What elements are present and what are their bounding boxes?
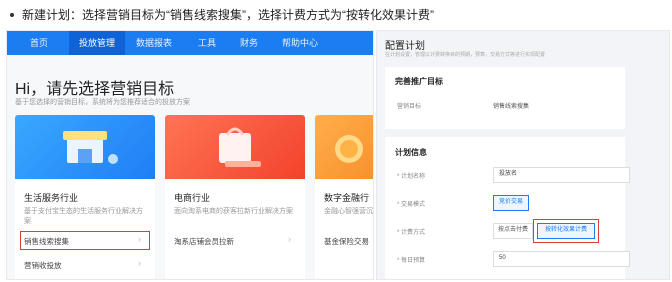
card-banner bbox=[15, 115, 155, 179]
instruction-text: 新建计划：选择营销目标为“销售线索搜集”，选择计费方式为“按转化效果计费” bbox=[22, 8, 434, 22]
option-marketing-delivery[interactable]: 营销收投放 bbox=[24, 260, 62, 271]
trade-mode-bidding[interactable]: 竞价交易 bbox=[493, 195, 529, 211]
section-title: 完善推广目标 bbox=[395, 77, 443, 86]
coin-icon bbox=[335, 135, 363, 163]
card-title: 生活服务行业 bbox=[24, 193, 79, 203]
card-desc: 面向淘系电商的获客拉新行业解决方案 bbox=[174, 208, 293, 215]
marketing-app-window: 首页 投放管理 数据报表 工具 财务 帮助中心 Hi，请先选择营销目标 基于您选… bbox=[6, 30, 374, 280]
shopping-bag-icon bbox=[219, 127, 261, 167]
nav-home[interactable]: 首页 bbox=[21, 31, 57, 55]
card-title: 数字金融行 bbox=[324, 193, 370, 203]
highlight-box bbox=[533, 219, 599, 243]
panel-desc: 在计划设置，管理以计费转换目的预期，预算，交易方式等进行实现配置 bbox=[385, 52, 546, 58]
plan-name-label: * 计划名称 bbox=[397, 174, 426, 180]
option-fund-insurance[interactable]: 基金保险交易 bbox=[324, 236, 369, 247]
nav-help[interactable]: 帮助中心 bbox=[275, 31, 325, 55]
nav-finance[interactable]: 财务 bbox=[231, 31, 267, 55]
card-banner bbox=[315, 115, 373, 179]
instruction-note: 新建计划：选择营销目标为“销售线索搜集”，选择计费方式为“按转化效果计费” bbox=[6, 6, 434, 23]
nav-tools[interactable]: 工具 bbox=[189, 31, 225, 55]
goal-label: 营销目标 bbox=[397, 104, 422, 110]
storefront-icon bbox=[63, 131, 118, 164]
highlight-box bbox=[20, 231, 150, 250]
card-digital-finance[interactable]: 数字金融行 金融心智强营沉淀方案 基金保险交易 bbox=[315, 115, 373, 279]
section-goal: 完善推广目标 营销目标 销售线索搜集 bbox=[385, 67, 625, 129]
page-title: Hi，请先选择营销目标 bbox=[15, 81, 175, 98]
section-plan-info: 计划信息 * 计划名称 投放名 * 交易模式 竞价交易 * 计费方式 按点击付费… bbox=[385, 137, 630, 279]
goal-value: 销售线索搜集 bbox=[493, 104, 530, 110]
plan-name-input[interactable]: 投放名 bbox=[493, 167, 630, 183]
card-life-services[interactable]: 生活服务行业 基于支付宝生态的生活服务行业解决方案 销售线索搜集 › 营销收投放… bbox=[15, 115, 155, 279]
card-banner bbox=[165, 115, 305, 179]
billing-label: * 计费方式 bbox=[397, 230, 426, 236]
chevron-right-icon: › bbox=[138, 258, 141, 268]
card-desc: 基于支付宝生态的生活服务行业解决方案 bbox=[24, 208, 143, 225]
card-ecommerce[interactable]: 电商行业 面向淘系电商的获客拉新行业解决方案 淘系店铺会员拉新 › bbox=[165, 115, 305, 279]
configure-plan-panel: 配置计划 在计划设置，管理以计费转换目的预期，预算，交易方式等进行实现配置 完善… bbox=[376, 30, 670, 280]
daily-budget-label: * 每日预算 bbox=[397, 258, 426, 264]
card-desc: 金融心智强营沉淀方案 bbox=[324, 208, 373, 215]
nav-ad-management[interactable]: 投放管理 bbox=[69, 31, 125, 55]
nav-reports[interactable]: 数据报表 bbox=[131, 31, 177, 55]
billing-option-cpc[interactable]: 按点击付费 bbox=[493, 223, 533, 239]
bullet-icon bbox=[10, 12, 14, 17]
section-title: 计划信息 bbox=[395, 148, 427, 157]
chevron-right-icon: › bbox=[288, 234, 291, 244]
panel-title: 配置计划 bbox=[385, 41, 425, 52]
daily-budget-input[interactable]: 50 bbox=[493, 251, 630, 267]
top-nav-bar: 首页 投放管理 数据报表 工具 财务 帮助中心 bbox=[7, 31, 373, 55]
trade-mode-label: * 交易模式 bbox=[397, 202, 426, 208]
option-taobao-member[interactable]: 淘系店铺会员拉新 bbox=[174, 236, 234, 247]
page-subtitle: 基于您选择的营销目标，系统将为您推荐适合的投放方案 bbox=[15, 99, 190, 106]
card-title: 电商行业 bbox=[174, 193, 211, 203]
